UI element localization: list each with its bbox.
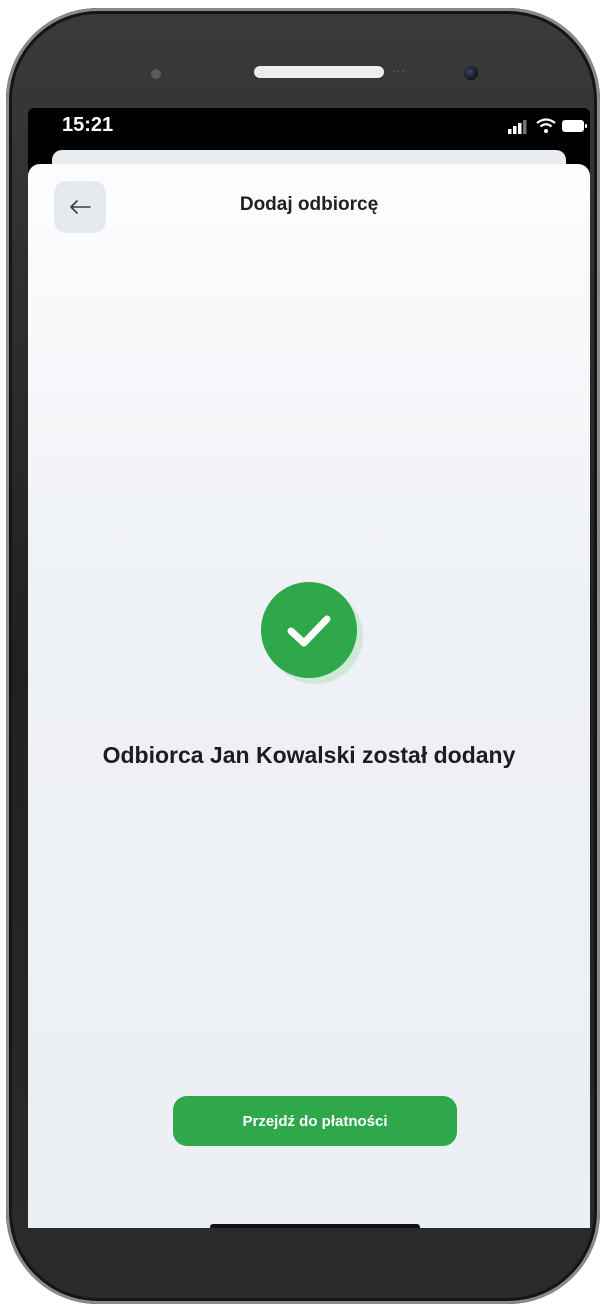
phone-frame: ••• 15:21 Dodaj odbiorcę Odbiorca Jan Ko… [6, 8, 600, 1304]
modal-sheet: Dodaj odbiorcę Odbiorca Jan Kowalski zos… [28, 164, 590, 1228]
front-camera-icon [464, 66, 478, 80]
page-title: Dodaj odbiorcę [239, 194, 379, 215]
status-time: 15:21 [62, 114, 114, 136]
proximity-sensor [151, 69, 161, 79]
signal-icon [508, 120, 527, 134]
speaker-dots: ••• [392, 67, 407, 76]
go-to-payment-button[interactable]: Przejdź do płatności [173, 1096, 457, 1146]
checkmark-icon [261, 582, 363, 684]
screen: 15:21 Dodaj odbiorcę Odbiorca Jan Kowals… [28, 108, 590, 1228]
wifi-icon [536, 118, 556, 133]
success-message: Odbiorca Jan Kowalski został dodany [102, 742, 516, 768]
earpiece-speaker [254, 66, 384, 78]
status-bar: 15:21 [28, 108, 590, 156]
battery-icon [562, 120, 587, 132]
home-indicator[interactable] [210, 1224, 420, 1228]
